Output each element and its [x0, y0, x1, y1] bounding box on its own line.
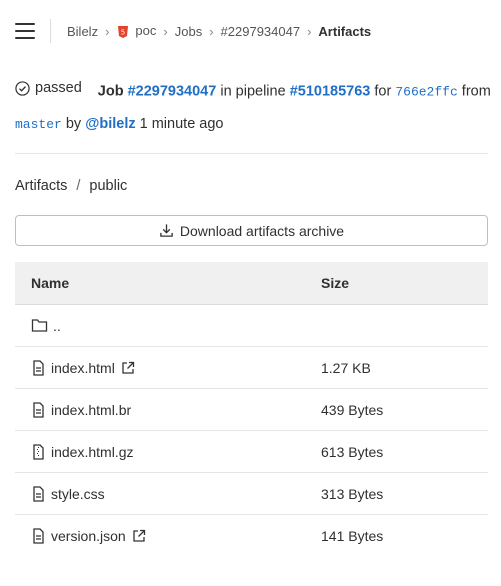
chevron-right-icon: › — [209, 23, 214, 39]
artifact-path: Artifacts / public — [15, 178, 127, 194]
external-link-icon — [122, 361, 134, 374]
chevron-right-icon: › — [163, 23, 168, 39]
commit-link[interactable]: 766e2ffc — [395, 85, 457, 100]
table-row[interactable]: index.html.br 439 Bytes — [15, 389, 488, 431]
name-cell: version.json — [15, 528, 321, 544]
pipeline-link[interactable]: #510185763 — [290, 84, 371, 100]
breadcrumb-bilelz[interactable]: Bilelz — [67, 24, 98, 39]
chevron-right-icon: › — [307, 23, 312, 39]
header-size: Size — [321, 275, 350, 291]
divider — [15, 153, 488, 154]
table-row[interactable]: index.html.gz 613 Bytes — [15, 431, 488, 473]
download-icon — [160, 224, 173, 237]
svg-text:5: 5 — [121, 28, 125, 36]
chevron-right-icon: › — [105, 23, 110, 39]
table-header: Name Size — [15, 262, 488, 305]
name-cell: index.html.gz — [15, 444, 321, 460]
from-text: from — [461, 83, 491, 100]
job-info-line2: master by @bilelz 1 minute ago — [15, 116, 223, 132]
header-name: Name — [31, 275, 70, 291]
breadcrumb-job[interactable]: #2297934047 — [221, 24, 301, 39]
table-row[interactable]: style.css 313 Bytes — [15, 473, 488, 515]
file-icon — [33, 527, 44, 544]
status-badge[interactable]: passed — [15, 80, 82, 96]
user-link[interactable]: @bilelz — [85, 116, 135, 132]
file-name[interactable]: index.html.br — [51, 402, 131, 418]
name-cell: style.css — [15, 486, 321, 502]
top-bar: Bilelz › 5 poc › Jobs › #2297934047 › Ar… — [0, 0, 501, 62]
file-name[interactable]: index.html.gz — [51, 444, 133, 460]
breadcrumb: Bilelz › 5 poc › Jobs › #2297934047 › Ar… — [67, 0, 371, 62]
folder-icon — [31, 319, 48, 332]
breadcrumb-poc-label: poc — [135, 23, 157, 39]
breadcrumb-jobs[interactable]: Jobs — [175, 24, 202, 39]
file-name[interactable]: index.html — [51, 360, 115, 376]
job-info: passed Job #2297934047 in pipeline #5101… — [15, 80, 491, 100]
name-cell: index.html — [15, 360, 321, 376]
divider — [50, 19, 51, 43]
table-row[interactable]: index.html 1.27 KB — [15, 347, 488, 389]
size-cell: 439 Bytes — [321, 401, 384, 418]
table-row[interactable]: version.json 141 Bytes — [15, 515, 488, 556]
external-link[interactable] — [132, 529, 151, 543]
by-text: by — [65, 116, 82, 132]
name-cell: .. — [15, 318, 321, 334]
size-cell: 613 Bytes — [321, 443, 384, 460]
branch-link[interactable]: master — [15, 117, 62, 132]
check-circle-icon — [15, 80, 30, 96]
file-name[interactable]: version.json — [51, 528, 126, 544]
time-text: 1 minute ago — [139, 116, 224, 132]
in-pipeline-text: in pipeline — [220, 83, 286, 100]
breadcrumb-current: Artifacts — [318, 23, 372, 39]
table-row[interactable]: .. — [15, 305, 488, 347]
job-label: Job — [97, 83, 124, 100]
path-root[interactable]: Artifacts — [15, 178, 67, 194]
size-cell: 141 Bytes — [321, 527, 384, 544]
external-link-icon — [133, 529, 145, 542]
for-text: for — [374, 83, 392, 100]
file-name[interactable]: style.css — [51, 486, 105, 502]
size-cell: 1.27 KB — [321, 359, 371, 376]
file-zip-icon — [33, 443, 44, 460]
size-cell: 313 Bytes — [321, 485, 384, 502]
breadcrumb-poc[interactable]: 5 poc — [116, 23, 156, 39]
path-dir: public — [89, 178, 128, 194]
menu-icon[interactable] — [15, 23, 35, 39]
download-artifacts-button[interactable]: Download artifacts archive — [15, 215, 488, 246]
file-icon — [33, 359, 44, 376]
job-link[interactable]: #2297934047 — [128, 84, 217, 100]
artifacts-table: Name Size .. index.html 1.27 KB index.html.… — [15, 262, 488, 556]
html5-icon: 5 — [118, 25, 129, 38]
external-link[interactable] — [121, 361, 140, 375]
status-text: passed — [35, 80, 82, 96]
path-separator: / — [76, 178, 81, 194]
file-icon — [33, 485, 44, 502]
download-label: Download artifacts archive — [179, 222, 345, 239]
file-name[interactable]: .. — [53, 318, 61, 334]
file-icon — [33, 401, 44, 418]
name-cell: index.html.br — [15, 402, 321, 418]
